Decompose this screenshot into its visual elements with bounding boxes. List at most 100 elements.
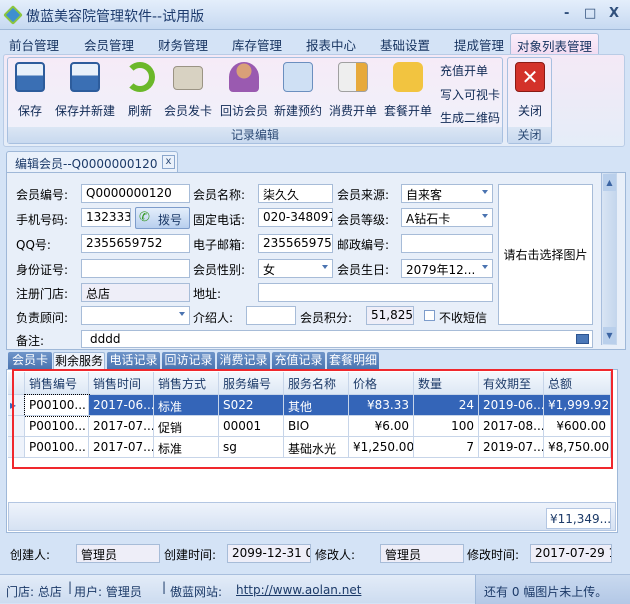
chevron-down-icon	[482, 214, 488, 218]
consumption-bill-button[interactable]: 消费开单	[325, 62, 381, 119]
points-field: 51,825.	[366, 306, 414, 325]
no-sms-checkbox[interactable]	[424, 310, 435, 321]
created-time-field: 2099-12-31 09	[227, 544, 311, 563]
store-label: 注册门店:	[16, 287, 69, 301]
zip-label: 邮政编号:	[337, 238, 390, 252]
qq-label: QQ号:	[16, 238, 51, 252]
level-select[interactable]: A钻石卡	[401, 208, 493, 227]
save-new-icon	[70, 62, 100, 92]
close-button[interactable]: ✕ 关闭	[502, 62, 558, 119]
status-bar: 门店: 总店 | 用户: 管理员 | 傲蓝网站: http://www.aola…	[0, 574, 630, 604]
mobile-field[interactable]: 1323333	[81, 208, 131, 227]
save-button[interactable]: 保存	[2, 62, 58, 119]
doc-tab-close-button[interactable]: x	[162, 155, 175, 169]
button-label: 关闭	[517, 104, 542, 118]
menu-tab-reports[interactable]: 报表中心	[306, 33, 356, 54]
note-value: dddd	[90, 332, 121, 346]
divider: |	[162, 580, 167, 594]
group-label: 记录编辑	[8, 127, 502, 143]
referrer-label: 介绍人:	[193, 311, 234, 325]
package-icon	[393, 62, 423, 92]
expand-icon[interactable]	[576, 334, 589, 344]
subtab-recharge-records[interactable]: 充值记录	[272, 352, 325, 369]
package-bill-button[interactable]: 套餐开单	[380, 62, 436, 119]
birthday-picker[interactable]: 2079年12...	[401, 259, 493, 278]
gender-label: 会员性别:	[193, 263, 246, 277]
mobile-label: 手机号码:	[16, 213, 69, 227]
subtab-member-card[interactable]: 会员卡	[8, 352, 52, 369]
button-label: 新建预约	[273, 104, 322, 118]
issue-card-button[interactable]: 会员发卡	[160, 62, 216, 119]
menu-tab-finance[interactable]: 财务管理	[158, 33, 208, 54]
subtab-call-records[interactable]: 电话记录	[107, 352, 160, 369]
subtab-visit-records[interactable]: 回访记录	[162, 352, 215, 369]
creator-field: 管理员	[76, 544, 160, 563]
scroll-up-icon[interactable]: ▲	[603, 174, 616, 191]
title-bar: 傲蓝美容院管理软件--试用版 - □ X	[0, 0, 630, 30]
menu-tab-inventory[interactable]: 库存管理	[232, 33, 282, 54]
menu-tab-commission[interactable]: 提成管理	[454, 33, 504, 54]
id-card-field[interactable]	[81, 259, 190, 278]
picture-box[interactable]: 请右击选择图片	[498, 184, 593, 325]
visit-member-button[interactable]: 回访会员	[216, 62, 272, 119]
dial-button[interactable]: ✆ 拨号	[135, 207, 190, 229]
menu-tab-object-list[interactable]: 对象列表管理	[510, 33, 600, 54]
creator-label: 创建人:	[10, 548, 51, 562]
modified-time-field: 2017-07-29 16	[530, 544, 612, 563]
source-select[interactable]: 自来客	[401, 184, 493, 203]
minimize-button[interactable]: -	[564, 6, 569, 21]
dial-label: 拨号	[158, 213, 183, 227]
generate-qrcode-button[interactable]: 生成二维码	[440, 109, 500, 126]
referrer-field[interactable]	[246, 306, 296, 325]
subtab-package-details[interactable]: 套餐明细	[327, 352, 379, 369]
gender-select[interactable]: 女	[258, 259, 333, 278]
subtab-consumption-records[interactable]: 消费记录	[217, 352, 270, 369]
qq-field[interactable]: 2355659752	[81, 234, 190, 253]
new-appointment-button[interactable]: 新建预约	[270, 62, 326, 119]
button-label: 回访会员	[219, 104, 268, 118]
address-label: 地址:	[193, 287, 222, 301]
source-label: 会员来源:	[337, 188, 390, 202]
email-label: 电子邮箱:	[193, 238, 246, 252]
member-no-label: 会员编号:	[16, 188, 69, 202]
doc-tab-edit-member[interactable]: 编辑会员--Q0000000120 x	[6, 151, 178, 173]
chevron-down-icon	[322, 265, 328, 269]
scroll-down-icon[interactable]: ▼	[603, 327, 616, 344]
subtab-remaining-service[interactable]: 剩余服务	[53, 352, 105, 369]
card-add-icon	[173, 66, 203, 90]
phone-icon: ✆	[139, 210, 150, 225]
level-value: A钻石卡	[406, 212, 451, 226]
store-field: 总店	[81, 283, 190, 302]
maximize-button[interactable]: □	[584, 6, 596, 21]
button-label: 保存并新建	[54, 104, 115, 118]
level-label: 会员等级:	[337, 213, 390, 227]
created-time-label: 创建时间:	[164, 548, 217, 562]
form-scrollbar[interactable]: ▲ ▼	[601, 173, 617, 345]
menu-tab-front-desk[interactable]: 前台管理	[9, 33, 59, 54]
member-no-field[interactable]: Q0000000120	[81, 184, 190, 203]
note-field[interactable]: dddd	[81, 330, 593, 348]
save-and-new-button[interactable]: 保存并新建	[52, 62, 118, 119]
advisor-select[interactable]	[81, 306, 190, 325]
no-sms-label[interactable]: 不收短信	[439, 309, 487, 326]
chevron-down-icon	[482, 190, 488, 194]
address-field[interactable]	[258, 283, 493, 302]
email-field[interactable]: 2355659752	[258, 234, 333, 253]
window-title: 傲蓝美容院管理软件--试用版	[26, 9, 205, 25]
menu-tab-settings[interactable]: 基础设置	[380, 33, 430, 54]
write-card-button[interactable]: 写入可视卡	[440, 86, 500, 103]
menu-tab-member[interactable]: 会员管理	[84, 33, 134, 54]
button-label: 保存	[17, 104, 42, 118]
phone-field[interactable]: 020-34809788	[258, 208, 333, 227]
close-window-button[interactable]: X	[609, 6, 619, 21]
website-link[interactable]: http://www.aolan.net	[236, 583, 361, 597]
phone-label: 固定电话:	[193, 213, 246, 227]
member-name-field[interactable]: 柒久久	[258, 184, 333, 203]
birthday-value: 2079年12...	[406, 263, 476, 277]
close-icon: ✕	[515, 62, 545, 92]
highlight-box	[12, 369, 613, 469]
status-store: 门店: 总店	[6, 585, 62, 599]
modifier-label: 修改人:	[315, 548, 356, 562]
recharge-bill-button[interactable]: 充值开单	[440, 62, 488, 79]
zip-field[interactable]	[401, 234, 493, 253]
